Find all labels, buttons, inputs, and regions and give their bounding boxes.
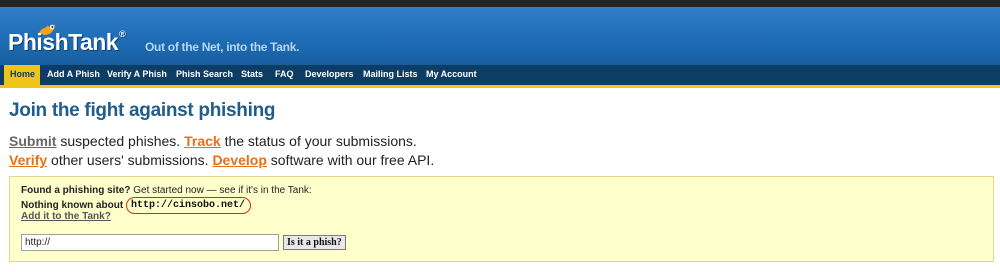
- intro-text: Submit suspected phishes. Track the stat…: [9, 132, 434, 170]
- page-title: Join the fight against phishing: [9, 100, 276, 121]
- url-input[interactable]: [21, 234, 279, 251]
- intro-text-2b: software with our free API.: [266, 152, 435, 168]
- nav-mailing-lists[interactable]: Mailing Lists: [357, 65, 424, 85]
- verify-link[interactable]: Verify: [9, 152, 47, 168]
- nav-stats[interactable]: Stats: [235, 65, 269, 85]
- found-line: Found a phishing site? Get started now —…: [21, 185, 312, 196]
- nav-add-a-phish[interactable]: Add A Phish: [41, 65, 106, 85]
- phish-check-box: Found a phishing site? Get started now —…: [9, 176, 994, 262]
- is-it-a-phish-button[interactable]: Is it a phish?: [283, 235, 346, 250]
- nav-accent-bar: [0, 85, 1000, 88]
- main-nav: Home Add A Phish Verify A Phish Phish Se…: [0, 65, 1000, 85]
- site-header: PhishTank® Out of the Net, into the Tank…: [0, 7, 1000, 65]
- develop-link[interactable]: Develop: [212, 152, 266, 168]
- add-to-tank-link[interactable]: Add it to the Tank?: [21, 211, 111, 222]
- intro-text-1a: suspected phishes.: [56, 133, 185, 149]
- track-link[interactable]: Track: [184, 133, 221, 149]
- nav-developers[interactable]: Developers: [299, 65, 360, 85]
- submit-link[interactable]: Submit: [9, 133, 56, 149]
- intro-text-2a: other users' submissions.: [47, 152, 213, 168]
- nav-home[interactable]: Home: [4, 65, 40, 85]
- nav-my-account[interactable]: My Account: [420, 65, 483, 85]
- found-text: Get started now — see if it's in the Tan…: [130, 185, 312, 196]
- checked-url: http://cinsobo.net/: [125, 197, 252, 214]
- intro-line-1: Submit suspected phishes. Track the stat…: [9, 132, 434, 151]
- nav-phish-search[interactable]: Phish Search: [170, 65, 239, 85]
- logo-registered-mark: ®: [119, 29, 126, 39]
- site-logo[interactable]: PhishTank®: [8, 29, 126, 56]
- intro-line-2: Verify other users' submissions. Develop…: [9, 151, 434, 170]
- browser-top-strip: [0, 0, 1000, 7]
- found-label: Found a phishing site?: [21, 185, 131, 196]
- site-tagline: Out of the Net, into the Tank.: [145, 40, 300, 54]
- nav-verify-a-phish[interactable]: Verify A Phish: [101, 65, 173, 85]
- nothing-known-label: Nothing known about: [21, 200, 124, 211]
- intro-text-1b: the status of your submissions.: [220, 133, 417, 149]
- logo-text: PhishTank: [8, 29, 119, 55]
- nav-faq[interactable]: FAQ: [269, 65, 300, 85]
